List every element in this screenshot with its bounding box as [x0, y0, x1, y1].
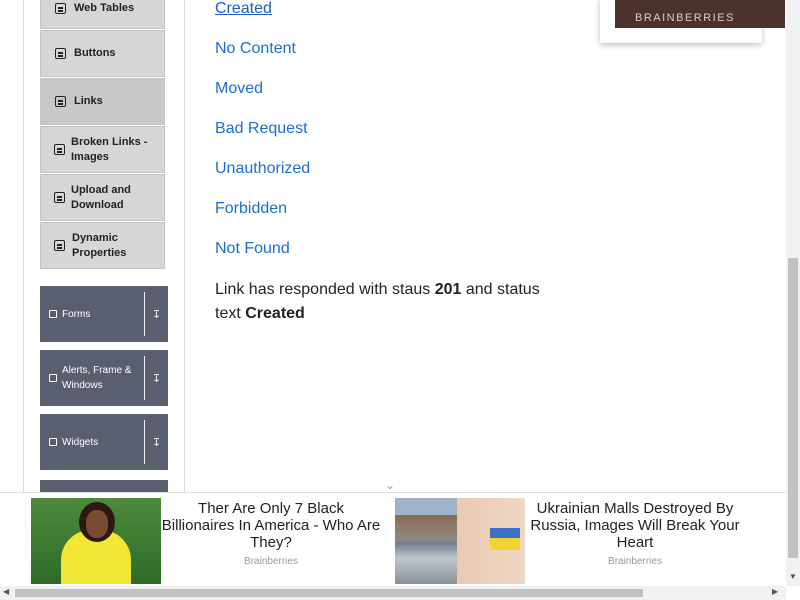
sidebar-item-label: Web Tables: [74, 2, 135, 14]
scrollbar-thumb[interactable]: [15, 589, 643, 597]
vertical-scrollbar[interactable]: ▼: [786, 0, 800, 586]
scroll-right-arrow-icon[interactable]: ▶: [772, 587, 778, 596]
scrollbar-thumb[interactable]: [788, 258, 798, 558]
chevron-down-icon[interactable]: ⌄: [384, 478, 396, 492]
ad-card[interactable]: Ukrainian Malls Destroyed By Russia, Ima…: [395, 498, 745, 584]
ad-image: [31, 498, 161, 584]
horizontal-scrollbar[interactable]: ◀ ▶: [0, 586, 786, 600]
response-status-code: 201: [434, 281, 462, 298]
sidebar-item-label: Buttons: [74, 47, 116, 59]
page: Web Tables Buttons Links Broken Links - …: [0, 0, 800, 600]
top-ad[interactable]: BRAINBERRIES: [600, 0, 785, 43]
ad-title[interactable]: Ther Are Only 7 Black Billionaires In Am…: [161, 500, 381, 551]
sidebar-item-upload-and-download[interactable]: Upload and Download: [40, 174, 165, 221]
group-label: Alerts, Frame & Windows: [62, 365, 132, 391]
divider: [144, 420, 145, 464]
sidebar-item-label: Dynamic Properties: [72, 231, 127, 259]
group-label: Forms: [62, 308, 91, 320]
ad-source: Brainberries: [244, 556, 298, 567]
sidebar-item-broken-links-images[interactable]: Broken Links - Images: [40, 126, 165, 173]
ad-text: Ther Are Only 7 Black Billionaires In Am…: [161, 498, 381, 584]
widgets-icon: [49, 438, 57, 446]
link-forbidden[interactable]: Forbidden: [215, 200, 287, 218]
sidebar-item-links[interactable]: Links: [40, 78, 165, 125]
group-label: Widgets: [62, 436, 99, 448]
sidebar-item-dynamic-properties[interactable]: Dynamic Properties: [40, 222, 165, 269]
forms-icon: [49, 310, 57, 318]
sidebar-group-forms[interactable]: Forms ↧: [40, 286, 168, 342]
response-status-text: Created: [245, 305, 305, 322]
sidebar-group-alerts-frame-windows[interactable]: Alerts, Frame & Windows ↧: [40, 350, 168, 406]
window-icon: [49, 374, 57, 382]
html5-icon: [55, 48, 66, 59]
sidebar-group-widgets[interactable]: Widgets ↧: [40, 414, 168, 470]
sidebar-item-label: Upload and Download: [71, 183, 131, 211]
link-not-found[interactable]: Not Found: [215, 240, 290, 258]
sidebar-item-label: Links: [74, 95, 103, 107]
html5-icon: [55, 3, 66, 14]
download-arrow-icon[interactable]: ↧: [145, 308, 168, 321]
response-prefix: Link has responded with staus: [215, 281, 431, 298]
html5-icon: [55, 96, 66, 107]
link-bad-request[interactable]: Bad Request: [215, 120, 308, 138]
html5-icon: [54, 144, 65, 155]
html5-icon: [54, 240, 65, 251]
scroll-down-arrow-icon[interactable]: ▼: [789, 572, 797, 581]
link-unauthorized[interactable]: Unauthorized: [215, 160, 310, 178]
link-response-message: Link has responded with staus 201 and st…: [215, 278, 555, 326]
sidebar-item-buttons[interactable]: Buttons: [40, 30, 165, 77]
divider: [144, 292, 145, 336]
html5-icon: [54, 192, 65, 203]
ad-brand: BRAINBERRIES: [635, 12, 735, 24]
link-no-content[interactable]: No Content: [215, 40, 296, 58]
scroll-left-arrow-icon[interactable]: ◀: [3, 587, 9, 596]
ad-source: Brainberries: [608, 556, 662, 567]
link-moved[interactable]: Moved: [215, 80, 263, 98]
ad-text: Ukrainian Malls Destroyed By Russia, Ima…: [525, 498, 745, 584]
ad-banner: Ther Are Only 7 Black Billionaires In Am…: [0, 492, 786, 586]
download-arrow-icon[interactable]: ↧: [145, 436, 168, 449]
ad-image: [395, 498, 525, 584]
sidebar-item-web-tables[interactable]: Web Tables: [40, 0, 165, 29]
link-created[interactable]: Created: [215, 0, 272, 18]
download-arrow-icon[interactable]: ↧: [145, 372, 168, 385]
sidebar-item-label: Broken Links - Images: [71, 135, 148, 163]
divider: [144, 356, 145, 400]
ad-card[interactable]: Ther Are Only 7 Black Billionaires In Am…: [31, 498, 381, 584]
ad-title[interactable]: Ukrainian Malls Destroyed By Russia, Ima…: [525, 500, 745, 551]
